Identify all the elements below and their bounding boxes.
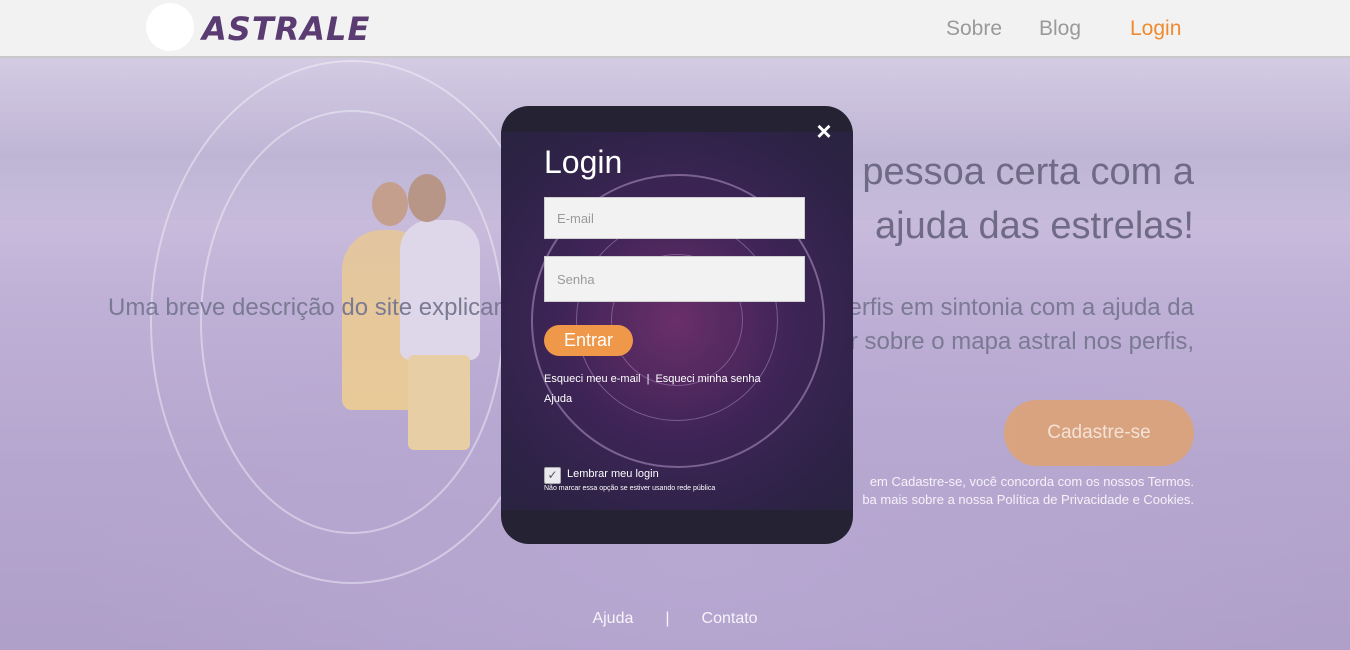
email-field[interactable] [544,197,805,239]
links-separator: | [646,373,650,385]
hero-description-right-line-2: r sobre o mapa astral nos perfis, [849,328,1194,355]
footer-help-link[interactable]: Ajuda [592,610,633,627]
enter-button[interactable]: Entrar [544,325,633,356]
modal-zodiac-background [501,132,853,510]
hero-title-line-1: pessoa certa com a [862,151,1194,193]
logo-icon[interactable] [146,3,194,51]
terms-line-2: ba mais sobre a nossa Política de Privac… [862,492,1194,507]
hero-title-line-2: ajuda das estrelas! [875,205,1194,247]
remember-login-label[interactable]: Lembrar meu login [567,468,659,480]
footer-separator: | [665,610,670,627]
signup-button[interactable]: Cadastre-se [1004,400,1194,466]
close-icon[interactable]: × [813,118,835,144]
nav-blog-link[interactable]: Blog [1039,17,1081,41]
terms-text: em Cadastre-se, você concorda com os nos… [800,473,1194,509]
login-modal: × Login Entrar Esqueci meu e-mail|Esquec… [501,106,853,544]
hero-title: pessoa certa com a ajuda das estrelas! [820,145,1194,253]
hero-description-right-line-1: erfis em sintonia com a ajuda da [848,294,1194,321]
hero-description-left: Uma breve descrição do site explicand [108,294,521,321]
remember-login-note: Não marcar essa opção se estiver usando … [544,485,716,492]
terms-line-1: em Cadastre-se, você concorda com os nos… [869,474,1194,489]
login-title: Login [544,144,623,180]
nav-sobre-link[interactable]: Sobre [946,17,1002,41]
remember-login-checkbox[interactable]: ✓ [544,467,561,484]
footer-contact-link[interactable]: Contato [702,610,758,627]
nav-login-link[interactable]: Login [1130,17,1181,41]
modal-help-link[interactable]: Ajuda [544,393,572,405]
footer: Ajuda | Contato [0,610,1350,628]
forgot-password-link[interactable]: Esqueci minha senha [655,373,760,385]
top-navbar: ASTRALE Sobre Blog Login [0,0,1350,58]
hero-description-right: erfis em sintonia com a ajuda da r sobre… [834,291,1194,359]
forgot-email-link[interactable]: Esqueci meu e-mail [544,373,641,385]
logo-text[interactable]: ASTRALE [202,10,370,48]
forgot-links: Esqueci meu e-mail | Esqueci minha senha [544,373,761,385]
password-field[interactable] [544,256,805,302]
